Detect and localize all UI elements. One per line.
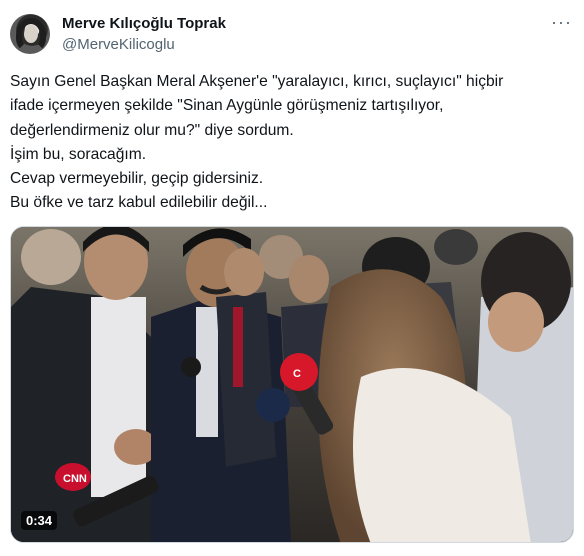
more-options-icon[interactable]: ··· xyxy=(551,12,572,33)
video-player[interactable]: CNN C 0:34 xyxy=(10,226,574,543)
author-handle[interactable]: @MerveKilicoglu xyxy=(62,36,175,53)
tweet-line: Sayın Genel Başkan Meral Akşener'e "yara… xyxy=(10,73,504,90)
tweet-line: ifade içermeyen şekilde "Sinan Aygünle g… xyxy=(10,97,444,115)
avatar-face xyxy=(24,25,38,43)
tweet-line: değerlendirmeniz olur mu?" diye sordum. xyxy=(10,121,294,139)
mic-flag-label: CNN xyxy=(63,473,87,485)
tweet: Merve Kılıçoğlu Toprak @MerveKilicoglu ·… xyxy=(0,0,584,556)
tweet-line: Bu öfke ve tarz kabul edilebilir değil..… xyxy=(10,194,268,212)
tweet-line: İşim bu, soracağım. xyxy=(10,145,147,163)
video-duration-badge: 0:34 xyxy=(21,511,58,530)
tweet-text: Sayın Genel Başkan Meral Akşener'e "yara… xyxy=(10,70,570,216)
tweet-line: Cevap vermeyebilir, geçip gidersiniz. xyxy=(10,170,264,188)
video-frame: CNN C xyxy=(11,227,573,542)
author-avatar[interactable] xyxy=(10,14,50,54)
author-name[interactable]: Merve Kılıçoğlu Toprak xyxy=(62,15,226,32)
mic-flag-label: C xyxy=(293,368,301,380)
